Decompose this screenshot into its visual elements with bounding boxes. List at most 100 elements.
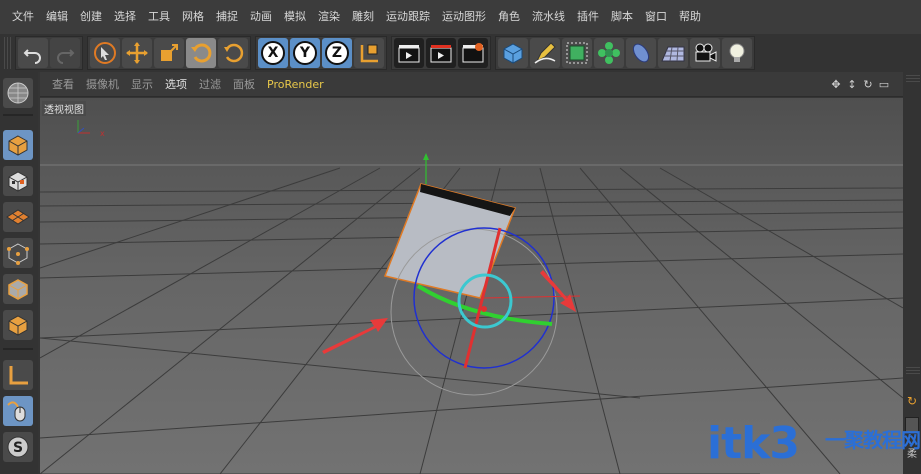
z-axis-button[interactable]: Z — [322, 38, 352, 68]
watermark-sub: 一聚教程网 — [825, 428, 921, 452]
rotate-tool-button[interactable] — [186, 38, 216, 68]
watermark-main: itk3 — [707, 418, 800, 469]
orbit-icon[interactable]: ↻ — [861, 76, 875, 92]
viewport-menu-cameras[interactable]: 摄像机 — [80, 76, 125, 92]
cube-object-button[interactable] — [498, 38, 528, 68]
viewport-menu-panel[interactable]: 面板 — [227, 76, 261, 92]
rotate-mini-icon[interactable]: ↻ — [907, 394, 917, 408]
viewport-menu-display[interactable]: 显示 — [125, 76, 159, 92]
viewport-label: 透视视图 — [42, 101, 86, 116]
points-cube-icon — [7, 243, 29, 265]
polygons-mode-button[interactable] — [3, 310, 33, 340]
y-axis-button[interactable]: Y — [290, 38, 320, 68]
pen-icon — [534, 42, 556, 64]
menu-script[interactable]: 脚本 — [605, 0, 639, 34]
z-axis-label: Z — [331, 45, 343, 61]
menu-tools[interactable]: 工具 — [142, 0, 176, 34]
move-icon — [126, 42, 148, 64]
menu-simulate[interactable]: 模拟 — [278, 0, 312, 34]
cube-model-icon — [8, 135, 28, 156]
grid-plane-icon — [6, 209, 30, 225]
menu-bar: 文件 编辑 创建 选择 工具 网格 捕捉 动画 模拟 渲染 雕刻 运动跟踪 运动… — [0, 0, 921, 34]
deformer-icon — [632, 43, 650, 63]
undo-icon — [23, 49, 41, 64]
floor-button[interactable] — [658, 38, 688, 68]
viewport-nav-icons: ✥ ↕ ↻ ▭ — [829, 76, 891, 92]
snap-icon: S — [7, 436, 29, 458]
menu-plugins[interactable]: 插件 — [571, 0, 605, 34]
menu-motion-tracking[interactable]: 运动跟踪 — [380, 0, 436, 34]
menu-sculpt[interactable]: 雕刻 — [346, 0, 380, 34]
clapper-icon — [398, 45, 420, 63]
panel-grip[interactable] — [906, 74, 920, 82]
move-tool-button[interactable] — [122, 38, 152, 68]
undo-button[interactable] — [18, 38, 48, 68]
menu-animate[interactable]: 动画 — [244, 0, 278, 34]
render-view-button[interactable] — [394, 38, 424, 68]
pan-icon[interactable]: ✥ — [829, 76, 843, 92]
render-settings-button[interactable] — [458, 38, 488, 68]
edges-cube-icon — [8, 279, 28, 300]
cube-icon — [503, 43, 523, 64]
maximize-icon[interactable]: ▭ — [877, 76, 891, 92]
edges-mode-button[interactable] — [3, 274, 33, 304]
light-button[interactable] — [722, 38, 752, 68]
dolly-icon[interactable]: ↕ — [845, 76, 859, 92]
menu-mesh[interactable]: 网格 — [176, 0, 210, 34]
menu-pipeline[interactable]: 流水线 — [526, 0, 571, 34]
viewport-menu-options[interactable]: 选项 — [159, 76, 193, 92]
tweak-mode-button[interactable] — [3, 396, 33, 426]
pen-tool-button[interactable] — [530, 38, 560, 68]
menu-create[interactable]: 创建 — [74, 0, 108, 34]
deformer-button[interactable] — [626, 38, 656, 68]
render-settings-icon — [462, 43, 484, 63]
main-toolbar: X Y Z — [0, 34, 921, 72]
make-editable-button[interactable] — [3, 78, 33, 108]
scale-icon — [161, 44, 178, 61]
menu-select[interactable]: 选择 — [108, 0, 142, 34]
viewport-menu-bar: 查看 摄像机 显示 选项 过滤 面板 ProRender ✥ ↕ ↻ ▭ — [40, 72, 921, 97]
menu-render[interactable]: 渲染 — [312, 0, 346, 34]
toolbar-grip[interactable] — [4, 37, 12, 69]
panel-grip[interactable] — [906, 366, 920, 374]
points-mode-button[interactable] — [3, 238, 33, 268]
svg-text:S: S — [13, 440, 23, 456]
model-mode-button[interactable] — [3, 130, 33, 160]
viewport-menu-view[interactable]: 查看 — [46, 76, 80, 92]
menu-help[interactable]: 帮助 — [673, 0, 707, 34]
rotate-icon — [191, 43, 212, 63]
light-bulb-icon — [729, 43, 745, 62]
coordinate-system-icon — [360, 44, 378, 63]
select-tool-button[interactable] — [90, 38, 120, 68]
snap-button[interactable]: S — [3, 432, 33, 462]
viewport-menu-filter[interactable]: 过滤 — [193, 76, 227, 92]
y-axis-label: Y — [299, 45, 311, 61]
recent-tool-button[interactable] — [218, 38, 248, 68]
x-axis-button[interactable]: X — [258, 38, 288, 68]
world-axis-gizmo: x — [77, 120, 105, 138]
objects-group — [495, 36, 755, 70]
texture-mode-button[interactable] — [3, 166, 33, 196]
cloner-button[interactable] — [594, 38, 624, 68]
cinema4d-window: 文件 编辑 创建 选择 工具 网格 捕捉 动画 模拟 渲染 雕刻 运动跟踪 运动… — [0, 0, 921, 474]
redo-button[interactable] — [50, 38, 80, 68]
x-axis-label: X — [267, 45, 279, 61]
scale-tool-button[interactable] — [154, 38, 184, 68]
subdivision-surface-button[interactable] — [562, 38, 592, 68]
workplane-button[interactable] — [3, 202, 33, 232]
menu-snap[interactable]: 捕捉 — [210, 0, 244, 34]
transform-group — [87, 36, 251, 70]
viewport-menu-prorender[interactable]: ProRender — [261, 78, 330, 91]
menu-mograph[interactable]: 运动图形 — [436, 0, 492, 34]
menu-file[interactable]: 文件 — [6, 0, 40, 34]
coordinate-system-button[interactable] — [354, 38, 384, 68]
camera-button[interactable] — [690, 38, 720, 68]
palette-divider — [3, 348, 33, 350]
menu-edit[interactable]: 编辑 — [40, 0, 74, 34]
cursor-icon — [94, 42, 116, 64]
menu-window[interactable]: 窗口 — [639, 0, 673, 34]
menu-character[interactable]: 角色 — [492, 0, 526, 34]
axis-mode-button[interactable] — [3, 360, 33, 390]
redo-icon — [57, 49, 75, 64]
render-picture-viewer-button[interactable] — [426, 38, 456, 68]
